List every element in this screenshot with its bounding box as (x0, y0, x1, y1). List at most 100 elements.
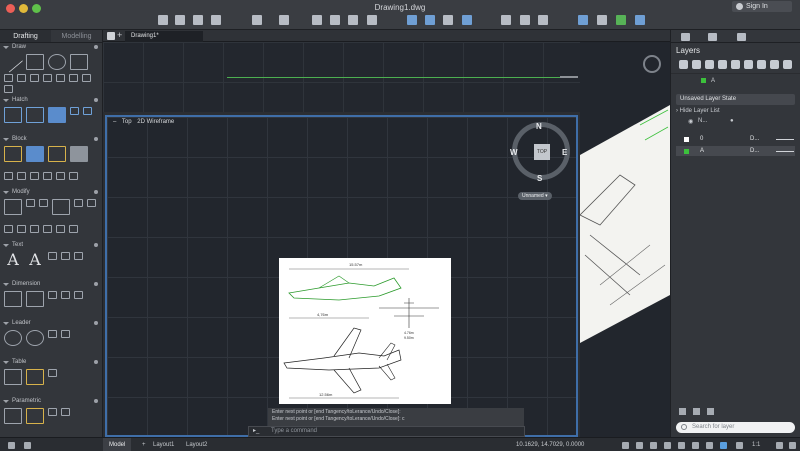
remove-leader-icon[interactable] (61, 330, 70, 338)
block-tool-3-icon[interactable] (30, 171, 39, 180)
auto-constrain-icon[interactable] (26, 408, 44, 424)
layer-color-swatch[interactable] (684, 149, 689, 154)
rotate-tool-icon[interactable] (39, 199, 48, 207)
dimension-tool-icon[interactable] (4, 291, 22, 307)
circle-tool-icon[interactable] (48, 54, 66, 70)
xline-tool-icon[interactable] (69, 73, 78, 82)
start-tab-icon[interactable] (107, 32, 115, 40)
hatch-tool-icon[interactable] (4, 107, 22, 123)
multileader-icon[interactable] (4, 330, 22, 346)
compass-west[interactable]: W (510, 148, 518, 157)
stretch-tool-icon[interactable] (17, 224, 26, 233)
scale-tool-icon[interactable] (4, 224, 13, 233)
rectangle-tool-icon[interactable] (70, 54, 88, 70)
param-tool-2-icon[interactable] (61, 408, 70, 416)
wipeout-tool-icon[interactable] (83, 107, 92, 115)
section-block[interactable]: Block (0, 135, 102, 144)
layer-settings-icon[interactable] (707, 408, 714, 415)
leader-icon[interactable] (26, 330, 44, 346)
tab-layout2[interactable]: Layout2 (180, 438, 213, 451)
arc-tool-icon[interactable] (4, 73, 13, 82)
attribute-icon[interactable] (70, 146, 88, 162)
publish-icon[interactable] (367, 15, 377, 25)
dim-angle-icon[interactable] (74, 291, 83, 299)
table-style-icon[interactable] (48, 369, 57, 377)
ucs-menu[interactable]: Unnamed ▾ (518, 192, 552, 200)
xref-icon[interactable] (425, 15, 435, 25)
offset-tool-icon[interactable] (30, 224, 39, 233)
layer-color-swatch[interactable] (684, 137, 689, 142)
ortho-toggle-icon[interactable] (650, 442, 657, 449)
tab-modelling[interactable]: Modelling (51, 30, 102, 42)
view-menu[interactable]: Top (122, 119, 132, 125)
viewport-controls[interactable]: – (113, 119, 116, 125)
line-tool-icon[interactable] (2, 53, 24, 73)
insert-block-icon[interactable] (4, 146, 22, 162)
spline-tool-icon[interactable] (17, 73, 26, 82)
navigation-wheel-icon[interactable] (643, 55, 661, 73)
annotation-icon[interactable] (720, 442, 727, 449)
command-input[interactable]: ▸_ Type a command (248, 426, 525, 437)
polygon-tool-icon[interactable] (43, 73, 52, 82)
create-block-icon[interactable] (26, 146, 44, 162)
share-icon[interactable] (616, 15, 626, 25)
spell-check-icon[interactable] (61, 252, 70, 260)
section-table[interactable]: Table (0, 358, 102, 367)
block-tool-4-icon[interactable] (43, 171, 52, 180)
section-dimension[interactable]: Dimension (0, 280, 102, 289)
new-file-icon[interactable] (158, 15, 168, 25)
layer-states-icon[interactable] (692, 60, 701, 69)
dim-aligned-icon[interactable] (26, 291, 44, 307)
block-tool-2-icon[interactable] (17, 171, 26, 180)
data-extraction-icon[interactable] (26, 369, 44, 385)
erase-tool-icon[interactable] (69, 224, 78, 233)
annotation-scale-icon[interactable] (736, 442, 743, 449)
layer-search-input[interactable]: Search for layer (676, 422, 795, 433)
document-tab[interactable]: Drawing1* (125, 31, 203, 42)
hide-layer-list-toggle[interactable]: › Hide Layer List (676, 108, 720, 114)
section-modify[interactable]: Modify (0, 188, 102, 197)
layer-lock-icon[interactable] (744, 60, 753, 69)
otrack-toggle-icon[interactable] (692, 442, 699, 449)
block-tool-1-icon[interactable] (4, 171, 13, 180)
region-tool-icon[interactable] (70, 107, 79, 115)
layer-walk-icon[interactable] (770, 60, 779, 69)
trim-tool-icon[interactable] (52, 199, 70, 215)
constraint-tool-icon[interactable] (4, 408, 22, 424)
plot-icon[interactable] (312, 15, 322, 25)
current-layer-row[interactable]: A (671, 73, 800, 87)
blocks-tab-icon[interactable] (737, 33, 746, 41)
polar-toggle-icon[interactable] (664, 442, 671, 449)
ellipse-tool-icon[interactable] (30, 73, 39, 82)
grid-toggle-icon[interactable] (622, 442, 629, 449)
zoom-icon[interactable] (501, 15, 511, 25)
layer-match-icon[interactable] (757, 60, 766, 69)
tab-model[interactable]: Model (103, 438, 132, 451)
donut-tool-icon[interactable] (82, 73, 91, 82)
sheet-set-icon[interactable] (407, 15, 417, 25)
compass-south[interactable]: S (537, 174, 542, 183)
orbit-icon[interactable] (538, 15, 548, 25)
layer-filter-icon[interactable] (679, 408, 686, 415)
new-tab-button[interactable]: + (117, 30, 122, 41)
dim-radius-icon[interactable] (61, 291, 70, 299)
section-leader[interactable]: Leader (0, 319, 102, 328)
properties-tab-icon[interactable] (681, 33, 690, 41)
column-name[interactable]: N... (698, 118, 707, 124)
section-parametric[interactable]: Parametric (0, 397, 102, 406)
revcloud-tool-icon[interactable] (4, 85, 13, 94)
add-leader-icon[interactable] (48, 330, 57, 338)
snap-toggle-icon[interactable] (636, 442, 643, 449)
section-draw[interactable]: Draw (0, 43, 102, 52)
move-tool-icon[interactable] (4, 199, 22, 215)
section-hatch[interactable]: Hatch (0, 96, 102, 105)
layer-isolate-icon[interactable] (705, 60, 714, 69)
view-cube-top-face[interactable]: TOP (534, 144, 550, 160)
add-layout-icon[interactable] (24, 442, 31, 449)
settings-icon[interactable] (635, 15, 645, 25)
block-editor-icon[interactable] (597, 15, 607, 25)
lineweight-toggle-icon[interactable] (706, 442, 713, 449)
workspace-gear-icon[interactable] (776, 442, 783, 449)
multiline-text-icon[interactable]: A (4, 252, 22, 268)
properties-icon[interactable] (443, 15, 453, 25)
